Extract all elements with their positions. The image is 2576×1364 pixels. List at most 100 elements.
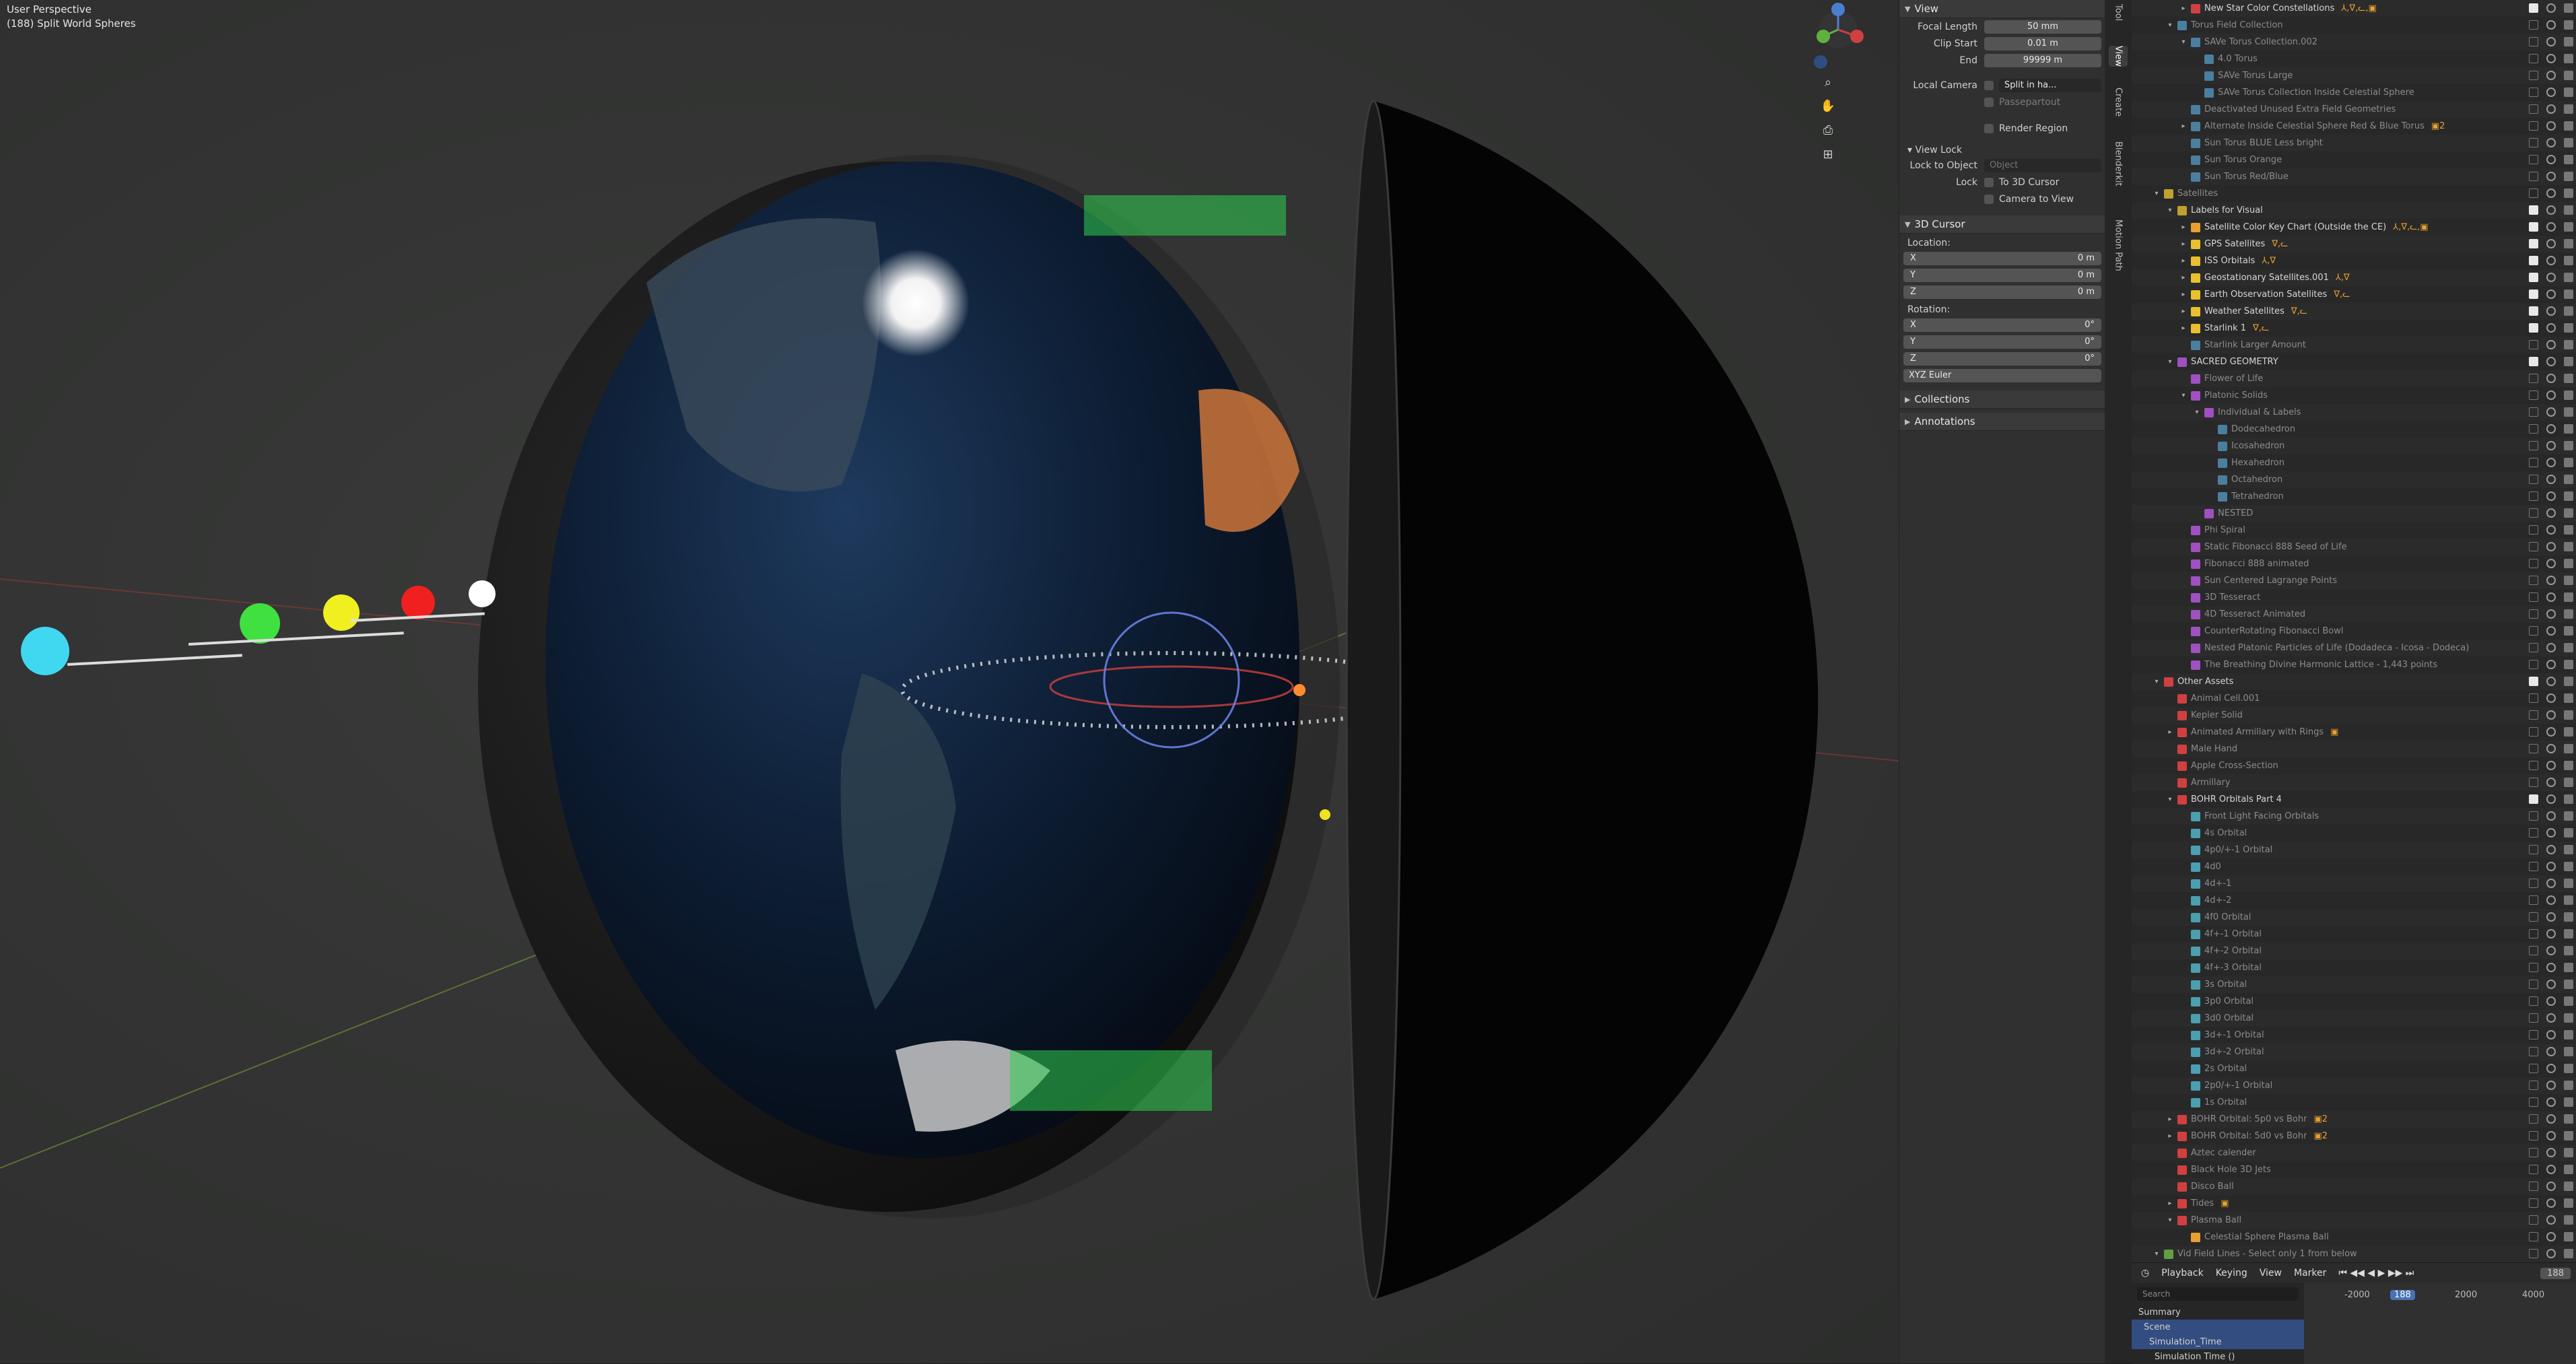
exclude-checkbox[interactable] [2529, 1097, 2538, 1107]
eye-icon[interactable] [2546, 1165, 2556, 1174]
current-frame-field[interactable]: 188 [2540, 1267, 2571, 1279]
eye-icon[interactable] [2546, 424, 2556, 434]
eye-icon[interactable] [2546, 273, 2556, 282]
exclude-checkbox[interactable] [2529, 239, 2538, 248]
exclude-checkbox[interactable] [2529, 390, 2538, 400]
camera-render-icon[interactable] [2564, 525, 2573, 535]
outliner-row[interactable]: 3d+-1 Orbital [2132, 1027, 2576, 1044]
exclude-checkbox[interactable] [2529, 946, 2538, 955]
exclude-checkbox[interactable] [2529, 1215, 2538, 1225]
camera-render-icon[interactable] [2564, 20, 2573, 30]
exclude-checkbox[interactable] [2529, 1131, 2538, 1140]
eye-icon[interactable] [2546, 3, 2556, 13]
camera-render-icon[interactable] [2564, 205, 2573, 215]
outliner-row[interactable]: ▾ Vid Field Lines - Select only 1 from be… [2132, 1246, 2576, 1262]
camera-render-icon[interactable] [2564, 491, 2573, 501]
expand-toggle-icon[interactable]: ▾ [2152, 678, 2161, 685]
outliner-row[interactable]: Apple Cross-Section [2132, 757, 2576, 774]
outliner-row[interactable]: ▾ Plasma Ball [2132, 1212, 2576, 1229]
camera-render-icon[interactable] [2564, 1198, 2573, 1208]
camera-render-icon[interactable] [2564, 980, 2573, 989]
exclude-checkbox[interactable] [2529, 912, 2538, 922]
eye-icon[interactable] [2546, 693, 2556, 703]
expand-toggle-icon[interactable]: ▸ [2179, 274, 2188, 281]
channel-item[interactable]: Summary [2132, 1305, 2304, 1320]
eye-icon[interactable] [2546, 1064, 2556, 1073]
eye-icon[interactable] [2546, 592, 2556, 602]
exclude-checkbox[interactable] [2529, 811, 2538, 821]
exclude-checkbox[interactable] [2529, 3, 2538, 13]
exclude-checkbox[interactable] [2529, 407, 2538, 417]
camera-render-icon[interactable] [2564, 189, 2573, 198]
exclude-checkbox[interactable] [2529, 693, 2538, 703]
camera-render-icon[interactable] [2564, 1030, 2573, 1039]
eye-icon[interactable] [2546, 845, 2556, 854]
eye-icon[interactable] [2546, 609, 2556, 619]
eye-icon[interactable] [2546, 761, 2556, 770]
camera-render-icon[interactable] [2564, 138, 2573, 147]
eye-icon[interactable] [2546, 340, 2556, 349]
outliner[interactable]: ▸ New Star Color Constellations ⅄,∇,ᓚ,▣ ▾ To… [2132, 0, 2576, 1262]
cursor-location-y-field[interactable]: Y 0 m [1903, 268, 2101, 282]
exclude-checkbox[interactable] [2529, 189, 2538, 198]
exclude-checkbox[interactable] [2529, 996, 2538, 1006]
exclude-checkbox[interactable] [2529, 1081, 2538, 1090]
eye-icon[interactable] [2546, 374, 2556, 383]
expand-toggle-icon[interactable]: ▾ [2152, 190, 2161, 197]
camera-render-icon[interactable] [2564, 54, 2573, 63]
zoom-icon[interactable]: ⌕ [1817, 71, 1839, 94]
exclude-checkbox[interactable] [2529, 205, 2538, 215]
camera-render-icon[interactable] [2564, 1064, 2573, 1073]
eye-icon[interactable] [2546, 189, 2556, 198]
camera-render-icon[interactable] [2564, 744, 2573, 753]
camera-render-icon[interactable] [2564, 475, 2573, 484]
eye-icon[interactable] [2546, 643, 2556, 652]
expand-toggle-icon[interactable]: ▸ [2179, 325, 2188, 332]
eye-icon[interactable] [2546, 121, 2556, 131]
expand-toggle-icon[interactable]: ▾ [2165, 358, 2175, 366]
eye-icon[interactable] [2546, 559, 2556, 568]
eye-icon[interactable] [2546, 879, 2556, 888]
cursor-rotation-y-field[interactable]: Y 0° [1903, 335, 2101, 349]
exclude-checkbox[interactable] [2529, 525, 2538, 535]
expand-toggle-icon[interactable]: ▸ [2179, 123, 2188, 130]
outliner-row[interactable]: ▸ New Star Color Constellations ⅄,∇,ᓚ,▣ [2132, 0, 2576, 17]
exclude-checkbox[interactable] [2529, 794, 2538, 804]
cursor-rotation-z-field[interactable]: Z 0° [1903, 351, 2101, 366]
eye-icon[interactable] [2546, 946, 2556, 955]
expand-toggle-icon[interactable]: ▸ [2179, 257, 2188, 265]
exclude-checkbox[interactable] [2529, 54, 2538, 63]
expand-toggle-icon[interactable]: ▾ [2152, 1250, 2161, 1258]
keying-menu[interactable]: Keying [2216, 1268, 2247, 1278]
eye-icon[interactable] [2546, 1013, 2556, 1023]
outliner-row[interactable]: ▸ Alternate Inside Celestial Sphere Red &… [2132, 118, 2576, 135]
to-3d-cursor-checkbox[interactable] [1984, 177, 1994, 187]
outliner-row[interactable]: ▸ Tides ▣ [2132, 1195, 2576, 1212]
camera-render-icon[interactable] [2564, 811, 2573, 821]
camera-render-icon[interactable] [2564, 660, 2573, 669]
eye-icon[interactable] [2546, 441, 2556, 450]
camera-render-icon[interactable] [2564, 172, 2573, 181]
camera-render-icon[interactable] [2564, 273, 2573, 282]
camera-render-icon[interactable] [2564, 895, 2573, 905]
expand-toggle-icon[interactable]: ▾ [2192, 409, 2202, 416]
expand-toggle-icon[interactable]: ▸ [2165, 1116, 2175, 1123]
eye-icon[interactable] [2546, 525, 2556, 535]
eye-icon[interactable] [2546, 895, 2556, 905]
playhead-marker[interactable]: 188 [2390, 1290, 2415, 1300]
channel-item[interactable]: Scene [2132, 1320, 2304, 1334]
exclude-checkbox[interactable] [2529, 592, 2538, 602]
exclude-checkbox[interactable] [2529, 172, 2538, 181]
outliner-row[interactable]: Sun Centered Lagrange Points [2132, 572, 2576, 589]
outliner-row[interactable]: ▾ Individual & Labels [2132, 404, 2576, 421]
eye-icon[interactable] [2546, 744, 2556, 753]
outliner-row[interactable]: Octahedron [2132, 471, 2576, 488]
view-panel-header[interactable]: ▼ View [1899, 0, 2105, 18]
cursor-location-x-field[interactable]: X 0 m [1903, 251, 2101, 265]
exclude-checkbox[interactable] [2529, 1114, 2538, 1124]
eye-icon[interactable] [2546, 155, 2556, 164]
cursor-panel-header[interactable]: ▼ 3D Cursor [1899, 215, 2105, 234]
marker-menu[interactable]: Marker [2294, 1268, 2326, 1278]
3d-viewport[interactable]: User Perspective (188) Split World Spher… [0, 0, 1899, 1363]
outliner-row[interactable]: ▾ Satellites [2132, 185, 2576, 202]
